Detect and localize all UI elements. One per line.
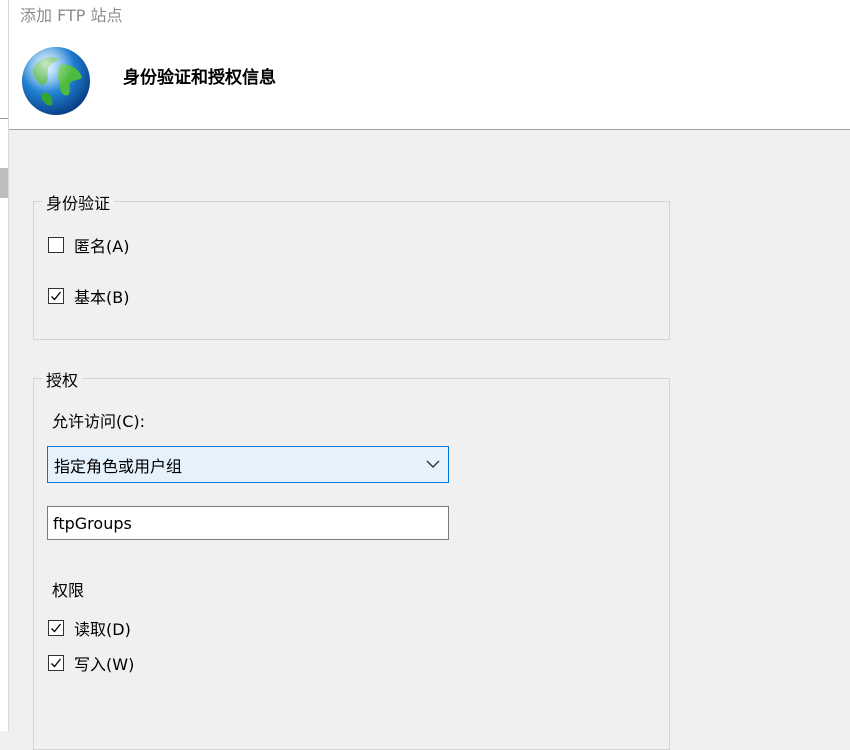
write-label: 写入(W) bbox=[74, 655, 135, 674]
authentication-legend: 身份验证 bbox=[42, 190, 115, 214]
write-checkbox[interactable] bbox=[48, 655, 64, 671]
write-checkbox-row[interactable]: 写入(W) bbox=[48, 651, 134, 675]
chevron-down-icon bbox=[426, 460, 440, 468]
read-checkbox[interactable] bbox=[48, 620, 64, 636]
anonymous-label: 匿名(A) bbox=[74, 237, 130, 256]
checkmark-icon bbox=[51, 623, 62, 633]
authorization-legend: 授权 bbox=[42, 367, 83, 391]
window-title: 添加 FTP 站点 bbox=[20, 6, 123, 25]
roles-input[interactable]: ftpGroups bbox=[47, 506, 449, 540]
read-checkbox-row[interactable]: 读取(D) bbox=[48, 616, 131, 640]
basic-label: 基本(B) bbox=[74, 288, 130, 307]
checkmark-icon bbox=[51, 658, 62, 668]
checkmark-icon bbox=[51, 291, 62, 301]
read-label: 读取(D) bbox=[74, 620, 131, 639]
background-window-divider bbox=[0, 118, 8, 119]
anonymous-checkbox-row[interactable]: 匿名(A) bbox=[48, 233, 129, 257]
page-title: 身份验证和授权信息 bbox=[123, 68, 276, 88]
authentication-group: 身份验证 bbox=[33, 190, 670, 340]
anonymous-checkbox[interactable] bbox=[48, 237, 64, 253]
wizard-header: 添加 FTP 站点 身份验证和授权信息 bbox=[9, 0, 850, 130]
background-window-edge bbox=[0, 0, 9, 731]
allow-access-label: 允许访问(C): bbox=[52, 412, 146, 431]
globe-icon bbox=[22, 47, 90, 115]
allow-access-selected: 指定角色或用户组 bbox=[54, 456, 183, 476]
basic-checkbox-row[interactable]: 基本(B) bbox=[48, 284, 129, 308]
allow-access-dropdown[interactable]: 指定角色或用户组 bbox=[47, 446, 449, 483]
permissions-label: 权限 bbox=[52, 581, 85, 600]
authorization-group: 授权 bbox=[33, 367, 670, 750]
basic-checkbox[interactable] bbox=[48, 288, 64, 304]
background-window-element bbox=[0, 168, 8, 198]
